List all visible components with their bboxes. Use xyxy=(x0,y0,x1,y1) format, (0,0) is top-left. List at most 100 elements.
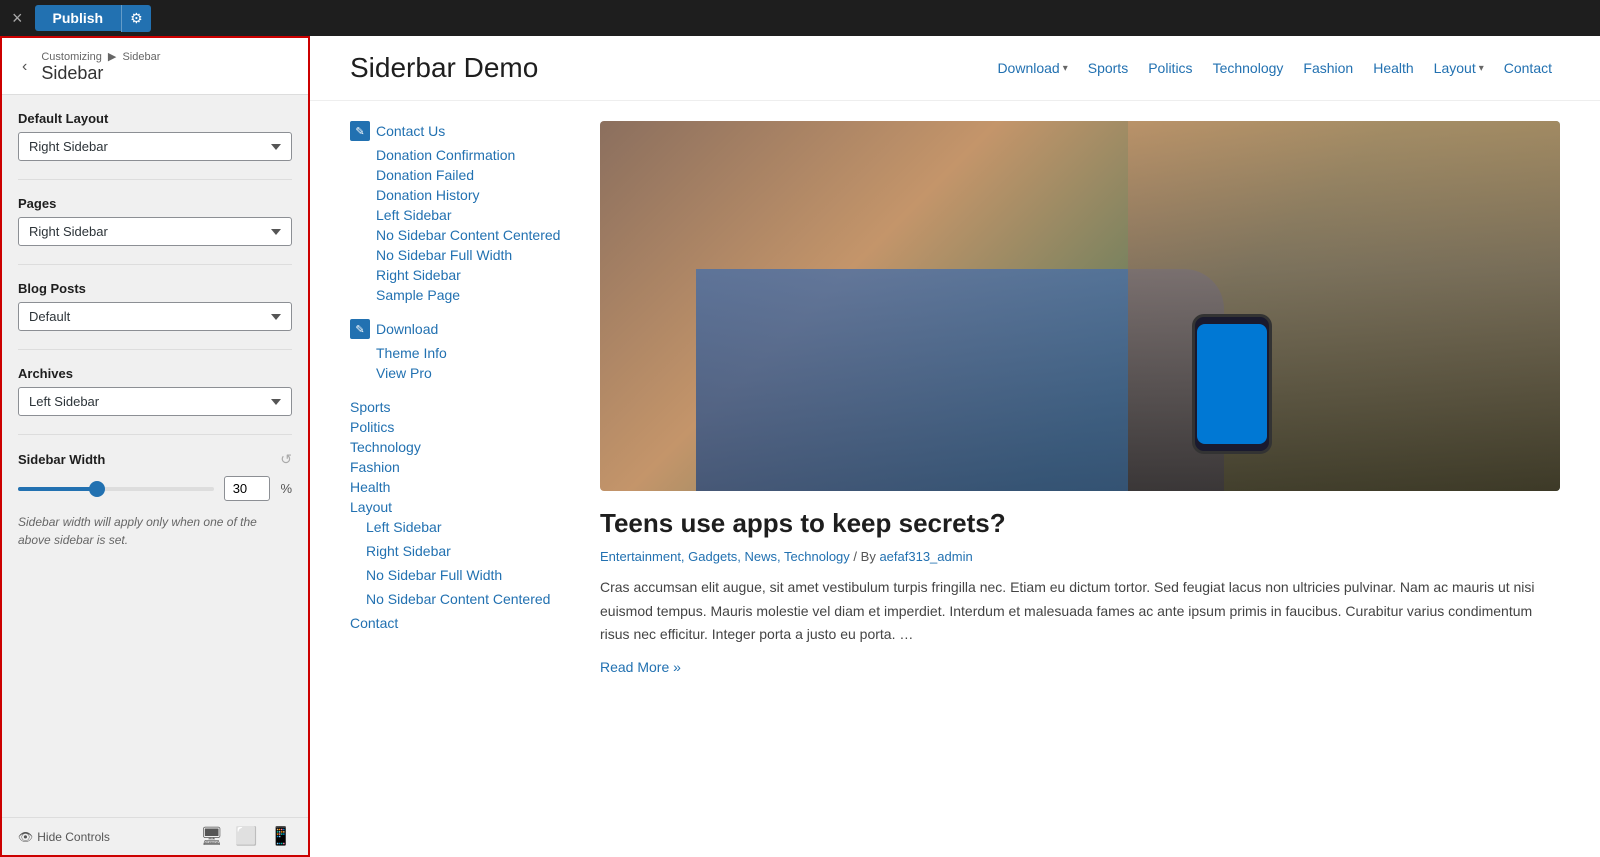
contact-us-link[interactable]: Contact Us xyxy=(376,123,445,139)
slider-row: % xyxy=(18,476,292,501)
tablet-preview-button[interactable]: ⬜ xyxy=(235,826,257,847)
publish-group: Publish ⚙ xyxy=(35,5,151,32)
list-item: No Sidebar Content Centered xyxy=(376,227,570,243)
layout-no-sidebar-centered-link[interactable]: No Sidebar Content Centered xyxy=(366,589,570,609)
list-item: Donation Failed xyxy=(376,167,570,183)
archives-select[interactable]: Left Sidebar Right Sidebar No Sidebar Co… xyxy=(18,387,292,416)
list-item: Right Sidebar xyxy=(376,267,570,283)
no-sidebar-full-contact-link[interactable]: No Sidebar Full Width xyxy=(376,247,512,263)
no-sidebar-centered-contact-link[interactable]: No Sidebar Content Centered xyxy=(376,227,560,243)
layout-nav-link[interactable]: Layout xyxy=(350,497,570,517)
article-meta-by-text: / By xyxy=(853,549,875,564)
nav-item-download[interactable]: Download ▾ xyxy=(989,56,1075,80)
donation-failed-link[interactable]: Donation Failed xyxy=(376,167,474,183)
sidebar-width-input[interactable] xyxy=(224,476,270,501)
sidebar-nav-contact-section: ✎ Contact Us Donation Confirmation Donat… xyxy=(350,121,570,303)
list-item: Sample Page xyxy=(376,287,570,303)
download-children: Theme Info View Pro xyxy=(350,345,570,381)
desktop-preview-button[interactable]: 🖥 xyxy=(200,826,223,847)
phone-mockup xyxy=(1192,314,1272,454)
slider-thumb[interactable] xyxy=(89,481,105,497)
sidebar-width-header: Sidebar Width ↺ xyxy=(18,451,292,468)
phone-screen xyxy=(1197,324,1267,444)
article-category-link[interactable]: Entertainment, Gadgets, News, Technology xyxy=(600,549,850,564)
list-item: Left Sidebar xyxy=(376,207,570,223)
list-item: Right Sidebar xyxy=(350,541,570,561)
nav-item-health[interactable]: Health xyxy=(1365,56,1421,80)
pages-section: Pages Right Sidebar Left Sidebar No Side… xyxy=(18,196,292,246)
politics-nav-link[interactable]: Politics xyxy=(350,417,570,437)
default-layout-select[interactable]: Right Sidebar Left Sidebar No Sidebar Co… xyxy=(18,132,292,161)
nav-item-contact[interactable]: Contact xyxy=(1496,56,1560,80)
layout-right-sidebar-link[interactable]: Right Sidebar xyxy=(366,541,570,561)
blog-posts-select[interactable]: Default Right Sidebar Left Sidebar No Si… xyxy=(18,302,292,331)
breadcrumb: Customizing ▶ Sidebar xyxy=(41,50,160,63)
nav-item-fashion[interactable]: Fashion xyxy=(1295,56,1361,80)
eye-icon: 👁 xyxy=(18,830,33,844)
fashion-nav-link[interactable]: Fashion xyxy=(350,457,570,477)
list-item: Donation Confirmation xyxy=(376,147,570,163)
donation-confirmation-link[interactable]: Donation Confirmation xyxy=(376,147,515,163)
list-item: No Sidebar Content Centered xyxy=(350,589,570,609)
archives-label: Archives xyxy=(18,366,292,381)
download-link[interactable]: Download xyxy=(376,321,438,337)
sidebar-width-hint: Sidebar width will apply only when one o… xyxy=(18,513,292,549)
layout-no-sidebar-full-link[interactable]: No Sidebar Full Width xyxy=(366,565,570,585)
preview-area: Siderbar Demo Download ▾ Sports Politics… xyxy=(310,36,1600,857)
hide-controls-label: Hide Controls xyxy=(37,830,110,844)
sidebar-width-section: Sidebar Width ↺ % Sidebar width will app… xyxy=(18,451,292,549)
contact-nav-link[interactable]: Contact xyxy=(350,613,570,633)
layout-children: Left Sidebar Right Sidebar No Sidebar Fu… xyxy=(350,517,570,609)
sidebar-width-unit: % xyxy=(280,481,292,496)
blog-posts-section: Blog Posts Default Right Sidebar Left Si… xyxy=(18,281,292,331)
sidebar-width-refresh-icon[interactable]: ↺ xyxy=(280,451,292,468)
nav-item-politics[interactable]: Politics xyxy=(1140,56,1200,80)
sidebar-nav-download-section: ✎ Download Theme Info View Pro xyxy=(350,319,570,381)
sports-nav-link[interactable]: Sports xyxy=(350,397,570,417)
mobile-preview-button[interactable]: 📱 xyxy=(270,826,292,847)
nav-item-layout[interactable]: Layout ▾ xyxy=(1426,56,1492,80)
panel-content: Default Layout Right Sidebar Left Sideba… xyxy=(2,95,308,817)
site-header: Siderbar Demo Download ▾ Sports Politics… xyxy=(310,36,1600,101)
device-preview-icons: 🖥 ⬜ 📱 xyxy=(200,826,292,847)
pages-select[interactable]: Right Sidebar Left Sidebar No Sidebar Co… xyxy=(18,217,292,246)
sidebar-nav: ✎ Contact Us Donation Confirmation Donat… xyxy=(350,121,570,675)
sidebar-width-label: Sidebar Width xyxy=(18,452,105,467)
nav-item-sports[interactable]: Sports xyxy=(1080,56,1136,80)
sidebar-nav-download-parent: ✎ Download xyxy=(350,319,570,339)
view-pro-link[interactable]: View Pro xyxy=(376,365,432,381)
article-author-name: aefaf313_admin xyxy=(879,549,972,564)
list-item: View Pro xyxy=(376,365,570,381)
nav-item-technology[interactable]: Technology xyxy=(1205,56,1292,80)
main-layout: ‹ Customizing ▶ Sidebar Sidebar Default … xyxy=(0,36,1600,857)
back-button[interactable]: ‹ xyxy=(18,58,31,76)
default-layout-label: Default Layout xyxy=(18,111,292,126)
article-author-link[interactable]: aefaf313_admin xyxy=(879,549,972,564)
panel-header: ‹ Customizing ▶ Sidebar Sidebar xyxy=(2,38,308,95)
sample-page-link[interactable]: Sample Page xyxy=(376,287,460,303)
right-sidebar-contact-link[interactable]: Right Sidebar xyxy=(376,267,461,283)
contact-us-children: Donation Confirmation Donation Failed Do… xyxy=(350,147,570,303)
site-nav: Download ▾ Sports Politics Technology Fa… xyxy=(989,56,1560,80)
breadcrumb-area: Customizing ▶ Sidebar Sidebar xyxy=(41,50,160,84)
read-more-link[interactable]: Read More » xyxy=(600,659,681,675)
left-sidebar-contact-link[interactable]: Left Sidebar xyxy=(376,207,452,223)
slider-fill xyxy=(18,487,97,491)
health-nav-link[interactable]: Health xyxy=(350,477,570,497)
article-body: Cras accumsan elit augue, sit amet vesti… xyxy=(600,576,1560,647)
technology-nav-link[interactable]: Technology xyxy=(350,437,570,457)
sidebar-nav-contact-parent: ✎ Contact Us xyxy=(350,121,570,141)
publish-button[interactable]: Publish xyxy=(35,5,122,31)
list-item: No Sidebar Full Width xyxy=(376,247,570,263)
nav-layout-label: Layout xyxy=(1434,60,1476,76)
article-title: Teens use apps to keep secrets? xyxy=(600,507,1560,541)
layout-left-sidebar-link[interactable]: Left Sidebar xyxy=(366,517,570,537)
list-item: No Sidebar Full Width xyxy=(350,565,570,585)
donation-history-link[interactable]: Donation History xyxy=(376,187,480,203)
close-button[interactable]: × xyxy=(8,9,27,27)
top-bar: × Publish ⚙ xyxy=(0,0,1600,36)
settings-button[interactable]: ⚙ xyxy=(121,5,151,32)
nav-layout-chevron: ▾ xyxy=(1479,63,1484,74)
hide-controls-button[interactable]: 👁 Hide Controls xyxy=(18,830,110,844)
theme-info-link[interactable]: Theme Info xyxy=(376,345,447,361)
